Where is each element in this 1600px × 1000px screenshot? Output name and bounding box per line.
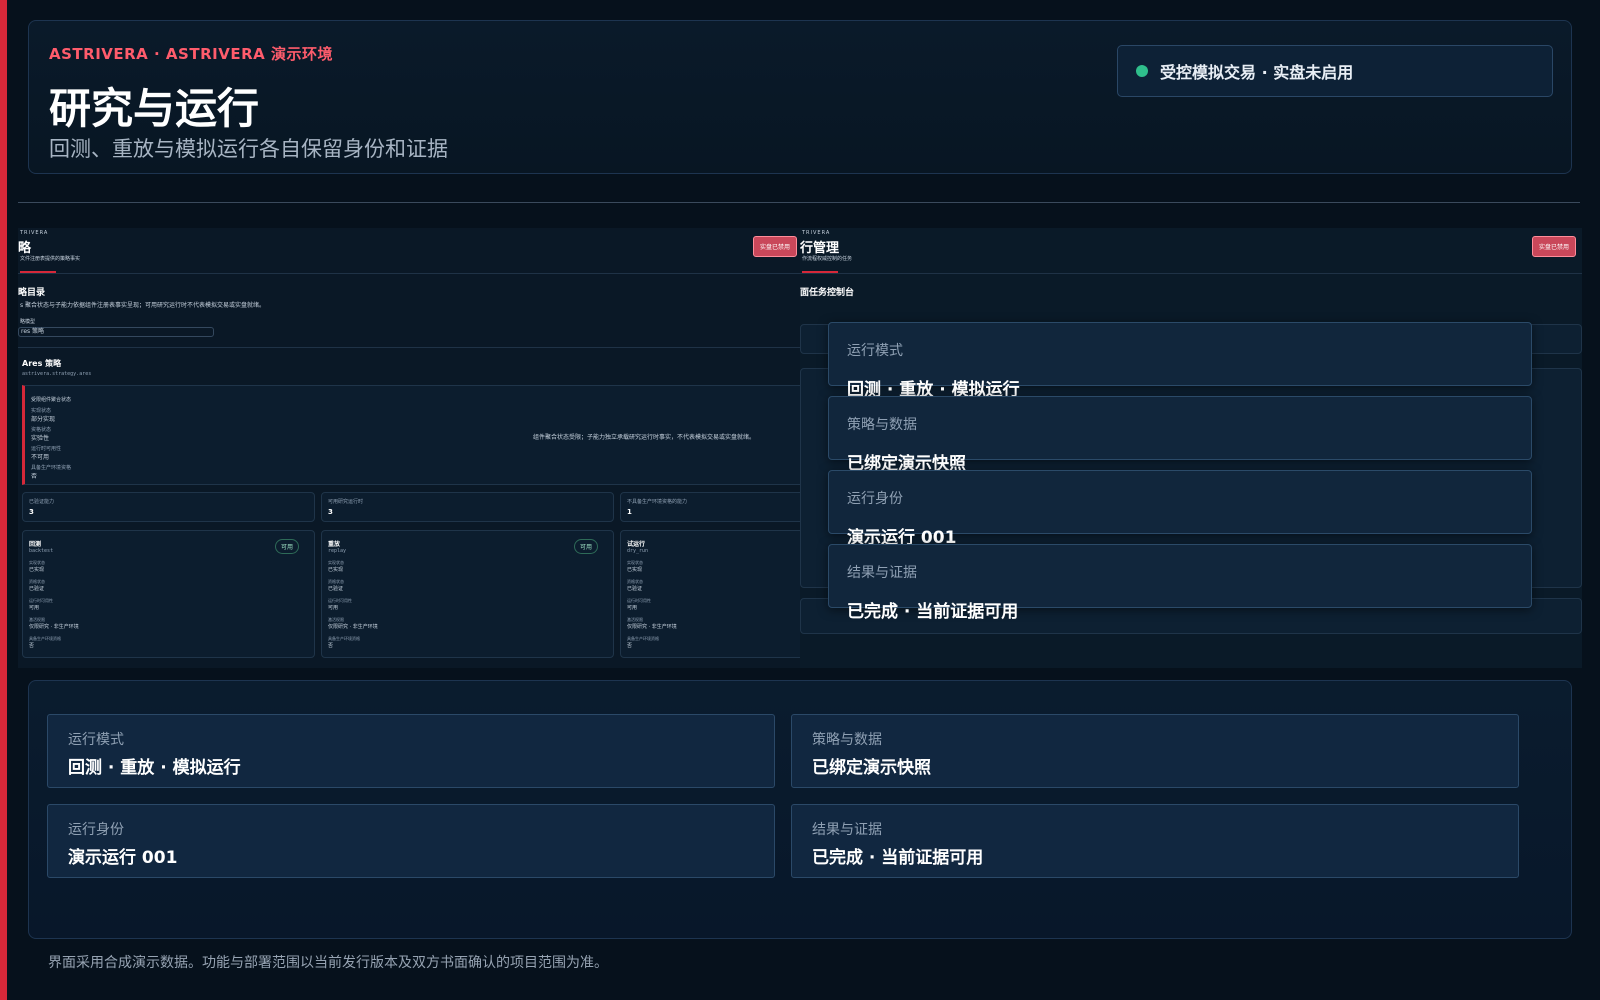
capability-card-replay[interactable]: 重放 replay 可用 实现状态 已实现 资格状态 已验证 运行时可用性 可用…: [321, 530, 614, 658]
header-card: ASTRIVERA · ASTRIVERA 演示环境 研究与运行 回测、重放与模…: [28, 20, 1572, 174]
capability-card-dry-run[interactable]: 试运行 dry_run 实现状态 已实现 资格状态 已验证 运行时可用性 可用 …: [620, 530, 800, 658]
overlay-card-results-evidence: 结果与证据 已完成 · 当前证据可用: [828, 544, 1532, 622]
shot-subtitle: 作流程权威控制的任务: [802, 256, 853, 262]
capability-name: 回测: [29, 541, 42, 548]
stat-card: 不具备生产环境资格的能力 1: [620, 492, 800, 522]
status-row-label: 具备生产环境资格: [31, 465, 72, 471]
overlay-label: 运行身份: [847, 491, 903, 507]
capability-field-value: 已验证: [328, 586, 344, 592]
trading-status-badge: 受控模拟交易 · 实盘未启用: [1117, 45, 1553, 97]
restricted-status-title: 受限组件聚合状态: [31, 397, 72, 403]
overlay-label: 结果与证据: [847, 565, 917, 581]
stat-label: 已验证能力: [29, 499, 55, 505]
shot-brand: TRIVERA: [20, 230, 49, 236]
shot-title: 略: [18, 241, 32, 256]
status-row-label: 资格状态: [31, 427, 52, 433]
strategy-screenshot: TRIVERA 略 文件注册表提供的策略事实 实盘已禁用 略目录 s 聚合状态与…: [18, 228, 800, 668]
overlay-card-run-mode: 运行模式 回测 · 重放 · 模拟运行: [828, 322, 1532, 400]
summary-label: 运行身份: [68, 822, 124, 838]
capability-id: backtest: [29, 548, 54, 554]
capability-name: 试运行: [627, 541, 646, 548]
summary-value: 演示运行 001: [68, 848, 178, 868]
capability-field-value: 已验证: [29, 586, 45, 592]
live-disabled-badge: 实盘已禁用: [753, 236, 798, 257]
live-disabled-badge: 实盘已禁用: [1532, 236, 1577, 257]
run-summary-card: 运行模式 回测 · 重放 · 模拟运行 策略与数据 已绑定演示快照 运行身份 演…: [28, 680, 1572, 939]
capability-name: 重放: [328, 541, 341, 548]
stat-value: 3: [29, 508, 34, 516]
page-title: 研究与运行: [49, 84, 260, 133]
summary-value: 回测 · 重放 · 模拟运行: [68, 758, 241, 778]
capability-field-value: 已实现: [29, 567, 45, 573]
summary-value: 已绑定演示快照: [812, 758, 931, 778]
restricted-status-panel: 受限组件聚合状态 实现状态 部分实现 资格状态 实验性 运行时可用性 不可用 具…: [22, 385, 800, 485]
overlay-card-run-identity: 运行身份 演示运行 001: [828, 470, 1532, 548]
overlay-label: 运行模式: [847, 343, 903, 359]
section-divider: [18, 202, 1580, 203]
stat-label: 可用研究运行时: [328, 499, 364, 505]
summary-item-results-evidence: 结果与证据 已完成 · 当前证据可用: [791, 804, 1519, 878]
catalog-divider: [18, 347, 800, 348]
tab-divider: [18, 273, 800, 274]
trading-status-text: 受控模拟交易 · 实盘未启用: [1160, 63, 1354, 82]
restricted-status-note: 组件聚合状态受限；子能力独立承载研究运行时事实，不代表模拟交易或实盘就绪。: [533, 434, 756, 441]
strategy-id: astrivera.strategy.ares: [22, 371, 92, 377]
overlay-label: 策略与数据: [847, 417, 917, 433]
capability-field-value: 可用: [627, 605, 638, 611]
capability-field-value: 仅限研究 · 非生产环境: [29, 624, 79, 630]
capability-id: dry_run: [627, 548, 649, 554]
catalog-title: 略目录: [18, 288, 46, 298]
capability-field-value: 仅限研究 · 非生产环境: [627, 624, 677, 630]
capability-field-value: 仅限研究 · 非生产环境: [328, 624, 378, 630]
shot-title: 行管理: [800, 241, 840, 256]
status-row-value: 部分实现: [31, 416, 56, 423]
overlay-value: 已完成 · 当前证据可用: [847, 602, 1019, 622]
available-chip: 可用: [275, 539, 300, 554]
summary-label: 运行模式: [68, 732, 124, 748]
stat-value: 3: [328, 508, 333, 516]
status-dot-icon: [1136, 65, 1148, 77]
capability-field-value: 否: [328, 643, 334, 649]
capability-field-value: 已实现: [328, 567, 344, 573]
console-title: 面任务控制台: [800, 288, 855, 298]
stat-card: 已验证能力 3: [22, 492, 315, 522]
capability-field-value: 已实现: [627, 567, 643, 573]
strategy-select-value: res 策略: [21, 328, 45, 335]
overlay-card-strategy-data: 策略与数据 已绑定演示快照: [828, 396, 1532, 474]
page-subtitle: 回测、重放与模拟运行各自保留身份和证据: [49, 137, 448, 161]
status-row-value: 否: [31, 473, 38, 480]
stat-card: 可用研究运行时 3: [321, 492, 614, 522]
shot-brand: TRIVERA: [802, 230, 831, 236]
summary-item-strategy-data: 策略与数据 已绑定演示快照: [791, 714, 1519, 788]
status-row-value: 实验性: [31, 435, 50, 442]
status-row-value: 不可用: [31, 454, 50, 461]
capability-card-backtest[interactable]: 回测 backtest 可用 实现状态 已实现 资格状态 已验证 运行时可用性 …: [22, 530, 315, 658]
capability-field-value: 否: [627, 643, 633, 649]
summary-label: 结果与证据: [812, 822, 882, 838]
tab-divider: [800, 273, 1582, 274]
disclaimer-footnote: 界面采用合成演示数据。功能与部署范围以当前发行版本及双方书面确认的项目范围为准。: [48, 955, 608, 971]
stat-value: 1: [627, 508, 632, 516]
environment-eyebrow: ASTRIVERA · ASTRIVERA 演示环境: [49, 45, 333, 63]
capability-field-value: 可用: [328, 605, 339, 611]
capability-field-value: 已验证: [627, 586, 643, 592]
strategy-select[interactable]: res 策略: [18, 327, 214, 337]
status-row-label: 实现状态: [31, 408, 52, 414]
summary-item-run-mode: 运行模式 回测 · 重放 · 模拟运行: [47, 714, 775, 788]
stat-label: 不具备生产环境资格的能力: [627, 499, 688, 505]
strategy-name: Ares 策略: [22, 359, 62, 368]
accent-bar: [0, 0, 7, 1000]
capability-field-value: 可用: [29, 605, 40, 611]
summary-label: 策略与数据: [812, 732, 882, 748]
catalog-description: s 聚合状态与子能力依据组件注册表事实呈现；可用研究运行时不代表模拟交易或实盘就…: [20, 302, 266, 309]
available-chip: 可用: [574, 539, 599, 554]
capability-field-value: 否: [29, 643, 35, 649]
strategy-select-label: 略模型: [20, 319, 36, 325]
capability-id: replay: [328, 548, 347, 554]
status-row-label: 运行时可用性: [31, 446, 62, 452]
shot-subtitle: 文件注册表提供的策略事实: [20, 256, 81, 262]
summary-item-run-identity: 运行身份 演示运行 001: [47, 804, 775, 878]
summary-value: 已完成 · 当前证据可用: [812, 848, 984, 868]
